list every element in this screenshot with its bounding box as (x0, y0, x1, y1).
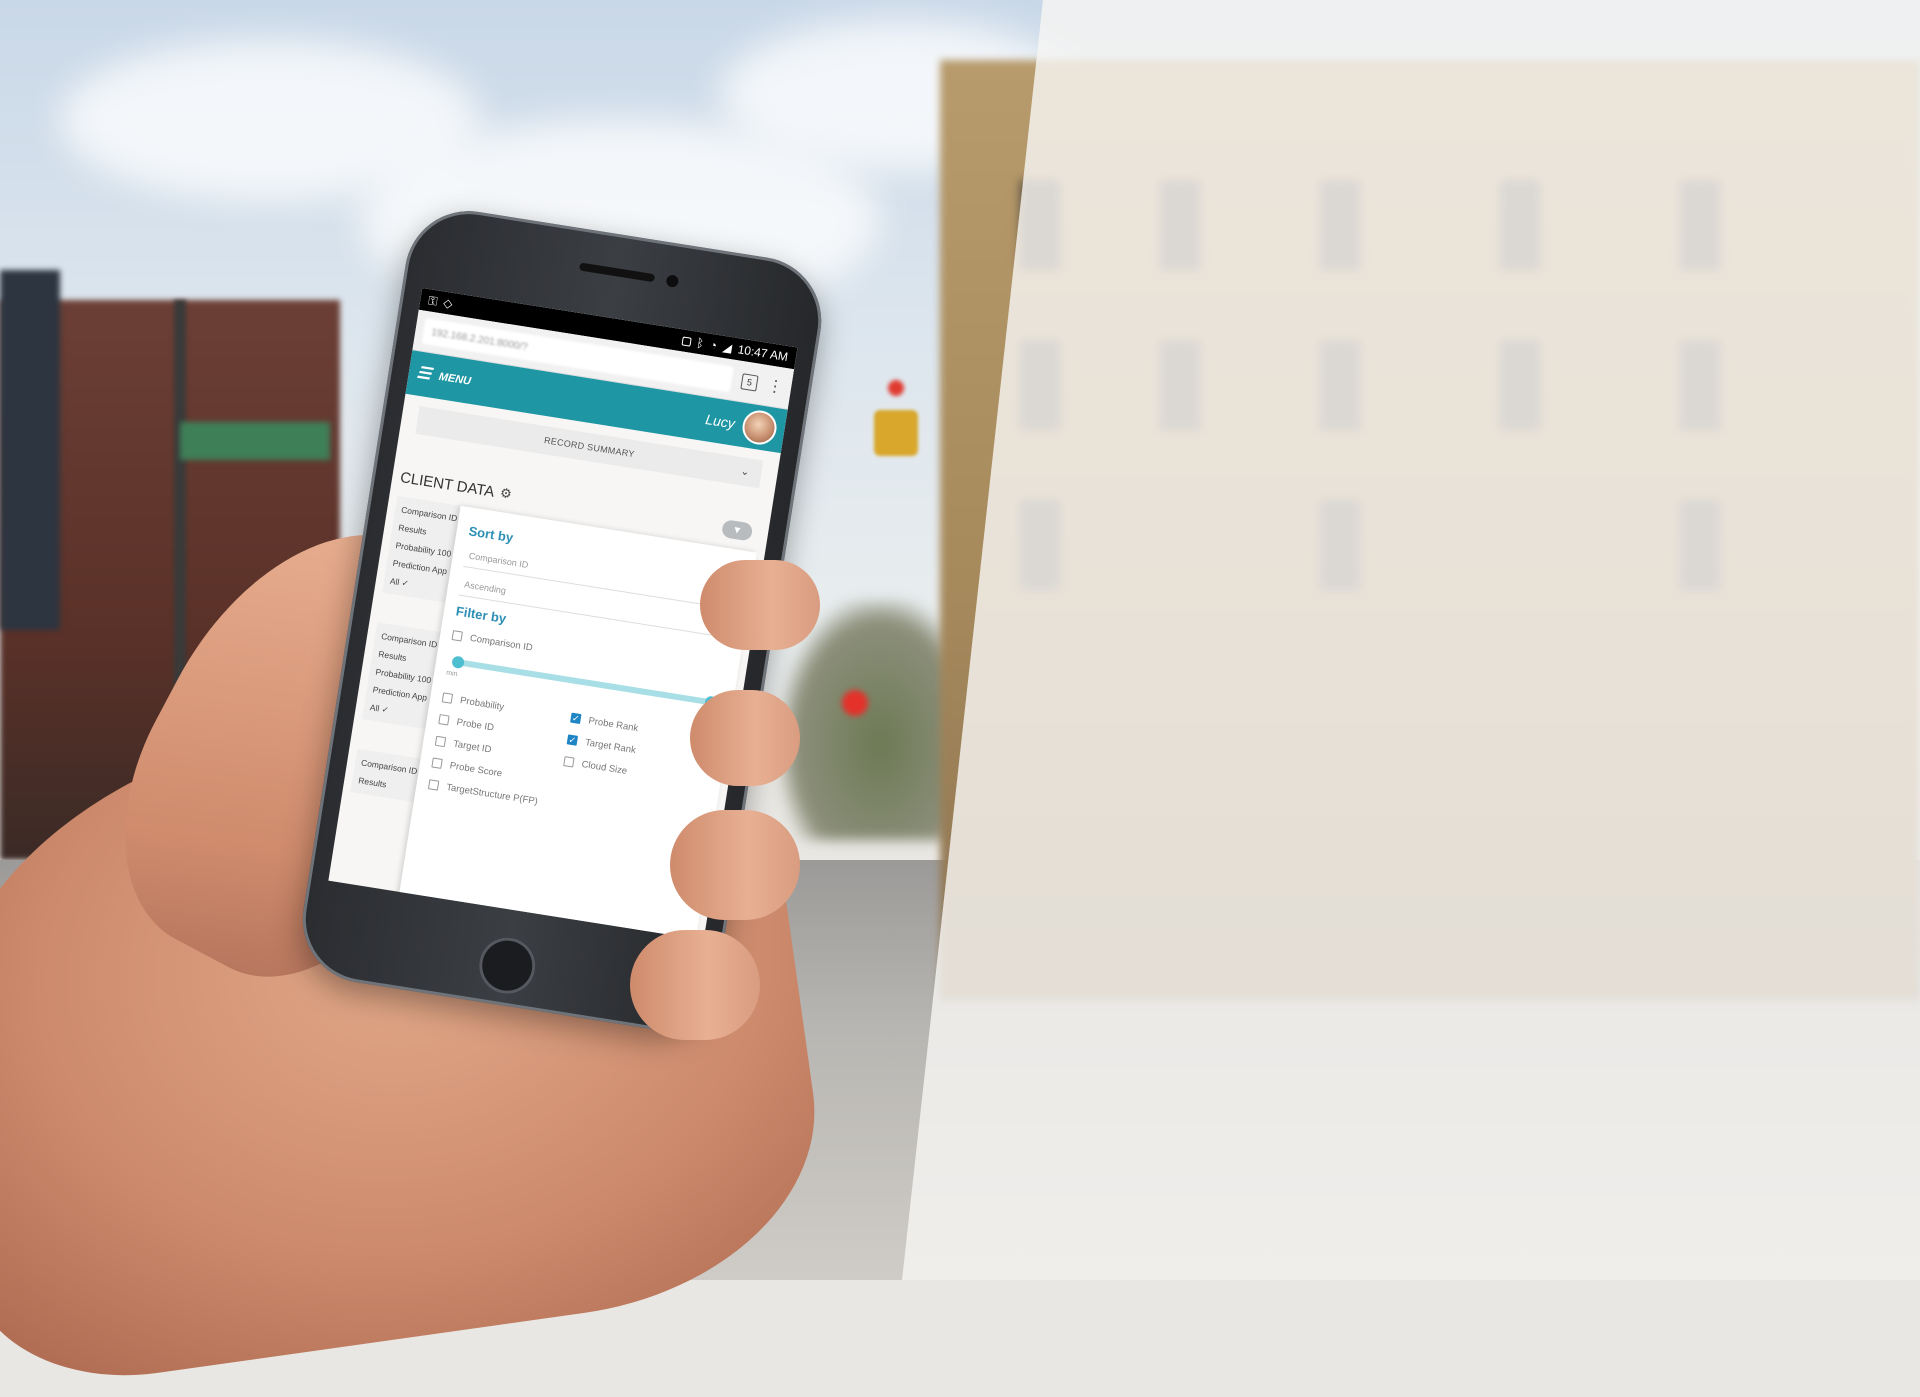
phone-speaker (578, 262, 656, 283)
signal-icon: ◢ (721, 339, 733, 356)
kebab-menu-icon[interactable]: ⋮ (766, 375, 785, 397)
chevron-down-icon: ⌄ (739, 465, 751, 478)
sort-field-value: Comparison ID (468, 550, 529, 570)
checkbox-icon (434, 735, 447, 748)
checkbox-label: Probe ID (455, 716, 495, 734)
sort-order-value: Ascending (463, 579, 507, 596)
distant-red-light (842, 690, 868, 716)
checkbox-icon (451, 630, 463, 642)
menu-label: MENU (437, 370, 472, 388)
tab-switcher-button[interactable]: 5 (740, 373, 759, 392)
checkbox-icon: ✓ (570, 712, 582, 725)
street-name-sign (180, 422, 330, 460)
checkbox-icon: ✓ (566, 734, 579, 746)
checkbox-icon (563, 756, 575, 768)
checkbox-label: Probe Rank (587, 714, 640, 734)
checkbox-label: Comparison ID (469, 632, 534, 654)
record-summary-label: RECORD SUMMARY (543, 435, 636, 460)
shield-icon: ◇ (442, 295, 454, 311)
checkbox-icon (431, 757, 443, 769)
vertical-sign (0, 270, 60, 630)
checkbox-icon (441, 692, 454, 704)
checkbox-label: Target Rank (584, 736, 637, 756)
phone-camera (665, 274, 680, 288)
checkbox-label: Probability (459, 694, 505, 713)
slider-min-label: min (445, 669, 458, 679)
key-icon: ⚿ (427, 292, 439, 309)
hand-finger (670, 810, 800, 920)
bluetooth-icon: ᛒ (695, 335, 705, 351)
hand-finger (630, 930, 760, 1040)
avatar (740, 408, 779, 447)
traffic-signal-red-light (888, 380, 904, 396)
wifi-icon: ◔ (708, 337, 718, 353)
filter-icon[interactable]: ▼ (720, 519, 754, 542)
hand-finger (690, 690, 800, 786)
hamburger-icon: ☰ (415, 364, 433, 384)
user-name: Lucy (704, 411, 737, 432)
checkbox-label: Cloud Size (580, 758, 628, 777)
traffic-signal (874, 410, 918, 456)
user-profile[interactable]: Lucy (703, 402, 779, 447)
hand-finger (700, 560, 820, 650)
section-title: CLIENT DATA (399, 468, 496, 501)
slider-min-handle[interactable] (451, 655, 465, 670)
battery-saver-icon (681, 335, 692, 347)
gear-icon[interactable]: ⚙ (499, 485, 513, 503)
checkbox-icon (438, 714, 450, 726)
home-button (475, 933, 540, 998)
menu-button[interactable]: ☰ MENU (415, 364, 473, 389)
checkbox-label: Probe Score (449, 759, 503, 779)
checkbox-icon (427, 779, 440, 791)
checkbox-label: Target ID (452, 738, 493, 755)
